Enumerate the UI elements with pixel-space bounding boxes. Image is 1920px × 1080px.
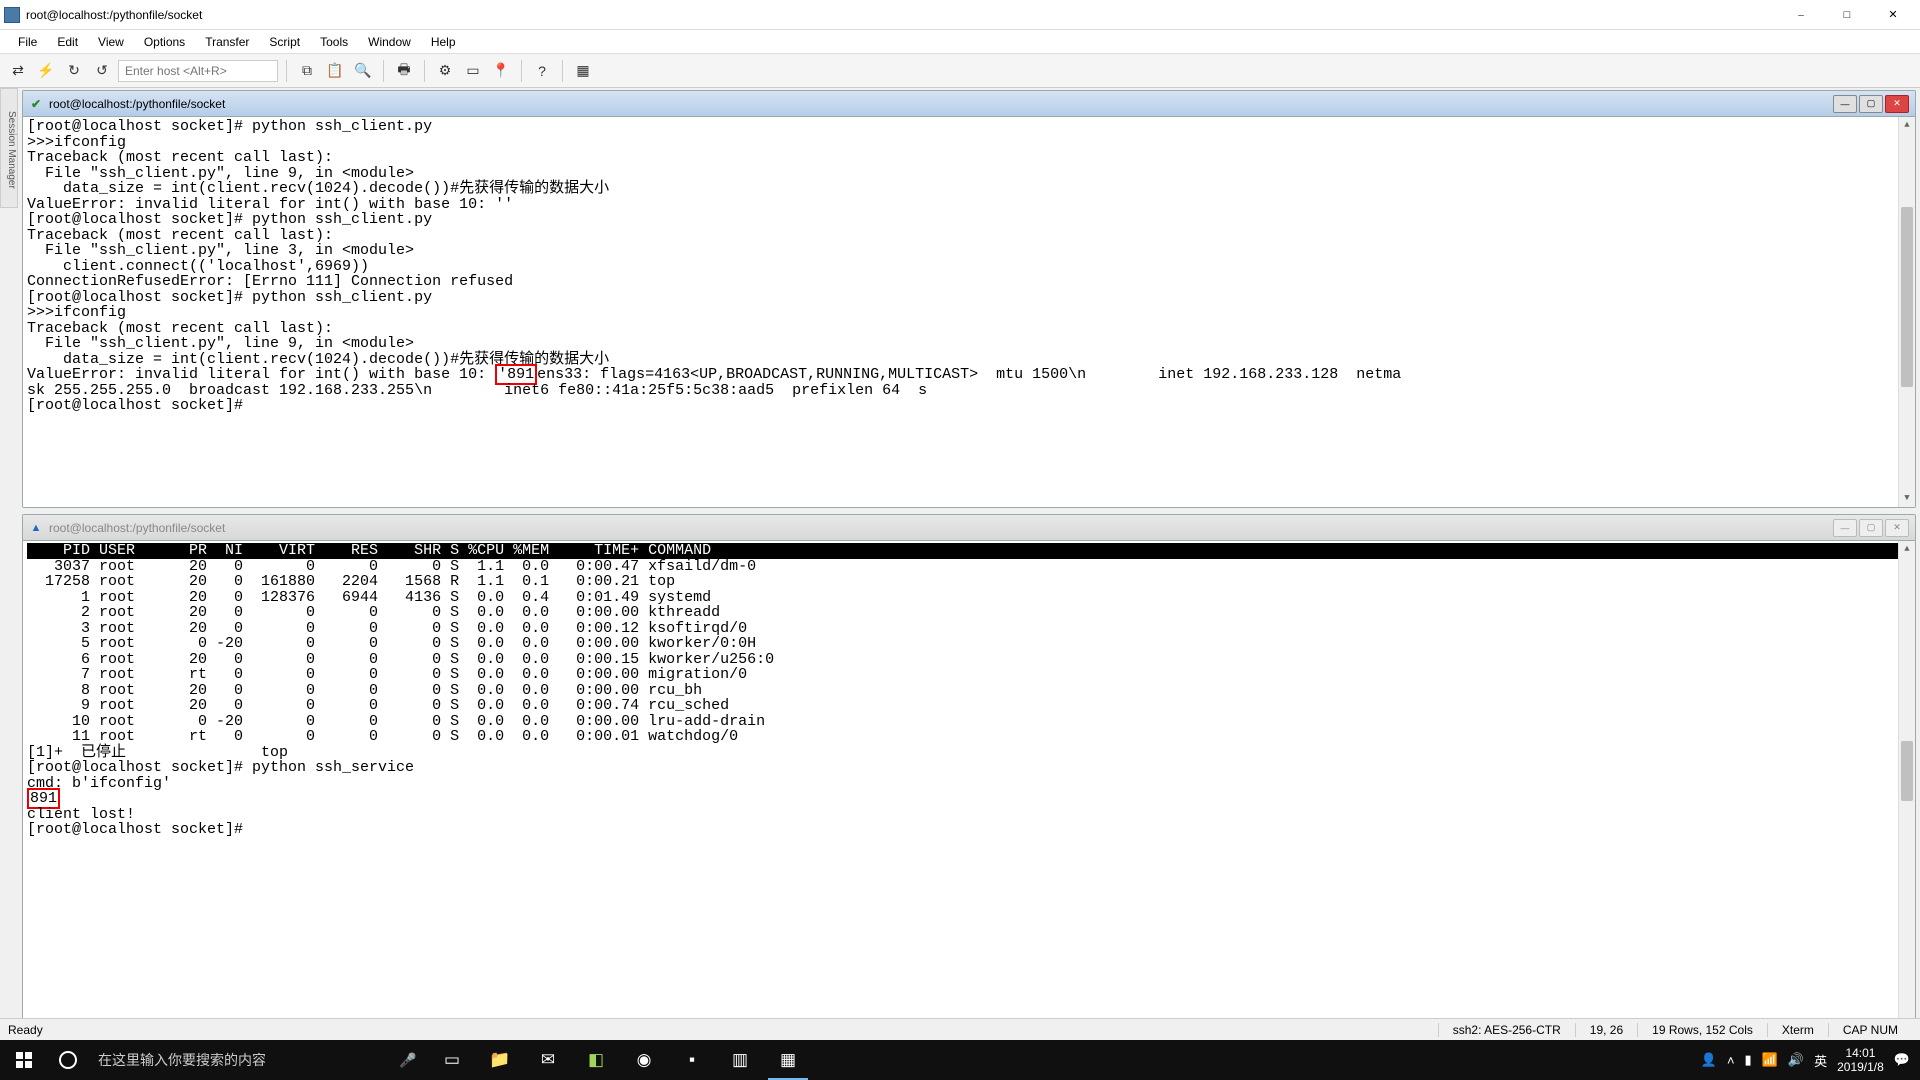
window-titlebar: root@localhost:/pythonfile/socket – □ ✕ [0,0,1920,30]
terminal-output: [1]+ 已停止 top [root@localhost socket]# py… [27,744,414,792]
terminal-pane-1: root@localhost:/pythonfile/socket — ▢ ✕ … [22,90,1916,508]
status-ready: Ready [8,1023,1438,1037]
terminal-body-1[interactable]: [root@localhost socket]# python ssh_clie… [23,117,1915,507]
people-icon[interactable]: 👤 [1701,1052,1717,1068]
wifi-icon[interactable]: 📶 [1762,1052,1778,1068]
disconnect-icon[interactable]: ↺ [90,59,114,83]
app-icon [4,7,20,23]
menu-window[interactable]: Window [358,32,421,52]
pycharm-icon[interactable]: ◧ [572,1040,620,1080]
clock[interactable]: 14:01 2019/1/8 [1837,1046,1884,1074]
scrollbar-vertical[interactable]: ▲▼ [1898,541,1915,1039]
ime-indicator[interactable]: 英 [1814,1051,1827,1070]
battery-icon[interactable]: ▮ [1745,1052,1752,1068]
host-input[interactable] [118,60,278,82]
cortana-icon[interactable] [48,1040,88,1080]
status-bar: Ready ssh2: AES-256-CTR 19, 26 19 Rows, … [0,1018,1920,1040]
window-title: root@localhost:/pythonfile/socket [26,8,1778,22]
find-icon[interactable]: 🔍 [351,59,375,83]
close-button[interactable]: ✕ [1870,0,1916,30]
terminal-output: sk 255.255.255.0 broadcast 192.168.233.2… [27,382,927,415]
paste-icon[interactable]: 📋 [323,59,347,83]
scrollbar-vertical[interactable]: ▲▼ [1898,117,1915,507]
status-term-type: Xterm [1767,1023,1828,1037]
connect-icon[interactable]: ⇄ [6,59,30,83]
clock-date: 2019/1/8 [1837,1060,1884,1074]
minimize-button[interactable]: – [1778,0,1824,30]
terminal-output: [root@localhost socket]# python ssh_clie… [27,118,609,368]
start-button[interactable] [0,1040,48,1080]
mail-icon[interactable]: ✉ [524,1040,572,1080]
top-header-row: PID USER PR NI VIRT RES SHR S %CPU %MEM … [27,543,1911,559]
status-ssh: ssh2: AES-256-CTR [1438,1023,1575,1037]
reconnect-icon[interactable]: ↻ [62,59,86,83]
menu-file[interactable]: File [8,32,47,52]
pane-minimize-button[interactable]: — [1833,519,1857,537]
tray-chevron-icon[interactable]: ˄ [1727,1053,1735,1068]
menu-tools[interactable]: Tools [310,32,358,52]
pane-maximize-button[interactable]: ▢ [1859,519,1883,537]
terminal-titlebar-1[interactable]: root@localhost:/pythonfile/socket — ▢ ✕ [23,91,1915,117]
volume-icon[interactable]: 🔊 [1788,1052,1804,1068]
quick-connect-icon[interactable]: ⚡ [34,59,58,83]
top-process-rows: 3037 root 20 0 0 0 0 S 1.1 0.0 0:00.47 x… [27,558,774,746]
extra-icon[interactable]: ▦ [571,59,595,83]
status-cursor-pos: 19, 26 [1575,1023,1637,1037]
securecrt-icon[interactable]: ▦ [764,1040,812,1080]
file-explorer-icon[interactable]: 📁 [476,1040,524,1080]
task-view-icon[interactable]: ▭ [428,1040,476,1080]
session-manager-tab[interactable]: Session Manager [0,88,18,208]
toolbar: ⇄ ⚡ ↻ ↺ ⧉ 📋 🔍 🖶 ⚙ ▭ 📍 ? ▦ [0,54,1920,88]
microphone-icon[interactable]: 🎤 [388,1040,428,1080]
windows-taskbar: 在这里输入你要搜索的内容 🎤 ▭ 📁 ✉ ◧ ◉ ▪ ▥ ▦ 👤 ˄ ▮ 📶 🔊… [0,1040,1920,1080]
terminal-pane-2: root@localhost:/pythonfile/socket — ▢ ✕ … [22,514,1916,1040]
terminal-output: client lost! [root@localhost socket]# [27,806,252,839]
help-icon[interactable]: ? [530,59,554,83]
pane-minimize-button[interactable]: — [1833,95,1857,113]
menu-help[interactable]: Help [421,32,466,52]
terminal-title-1: root@localhost:/pythonfile/socket [49,97,1833,111]
terminal-titlebar-2[interactable]: root@localhost:/pythonfile/socket — ▢ ✕ [23,515,1915,541]
pane-maximize-button[interactable]: ▢ [1859,95,1883,113]
menu-transfer[interactable]: Transfer [195,32,259,52]
terminal-icon[interactable]: ▪ [668,1040,716,1080]
menu-bar: File Edit View Options Transfer Script T… [0,30,1920,54]
terminal-output: ValueError: invalid literal for int() wi… [27,366,495,383]
status-ok-icon [29,97,43,111]
status-warn-icon [29,521,43,535]
menu-script[interactable]: Script [259,32,310,52]
clock-time: 14:01 [1837,1046,1884,1060]
search-placeholder: 在这里输入你要搜索的内容 [98,1050,266,1070]
terminal-title-2: root@localhost:/pythonfile/socket [49,521,1833,535]
maximize-button[interactable]: □ [1824,0,1870,30]
print-icon[interactable]: 🖶 [392,59,416,83]
chrome-icon[interactable]: ◉ [620,1040,668,1080]
settings-icon[interactable]: ⚙ [433,59,457,83]
properties-icon[interactable]: 📍 [489,59,513,83]
status-caps-num: CAP NUM [1828,1023,1912,1037]
status-term-size: 19 Rows, 152 Cols [1637,1023,1767,1037]
vmware-icon[interactable]: ▥ [716,1040,764,1080]
menu-view[interactable]: View [88,32,134,52]
pane-close-button[interactable]: ✕ [1885,519,1909,537]
terminal-body-2[interactable]: PID USER PR NI VIRT RES SHR S %CPU %MEM … [23,541,1915,1039]
pane-close-button[interactable]: ✕ [1885,95,1909,113]
menu-options[interactable]: Options [134,32,195,52]
copy-icon[interactable]: ⧉ [295,59,319,83]
session-options-icon[interactable]: ▭ [461,59,485,83]
menu-edit[interactable]: Edit [47,32,88,52]
notifications-icon[interactable]: 💬 [1894,1052,1910,1068]
terminal-output: ens33: flags=4163<UP,BROADCAST,RUNNING,M… [537,366,1401,383]
search-input[interactable]: 在这里输入你要搜索的内容 [88,1040,388,1080]
